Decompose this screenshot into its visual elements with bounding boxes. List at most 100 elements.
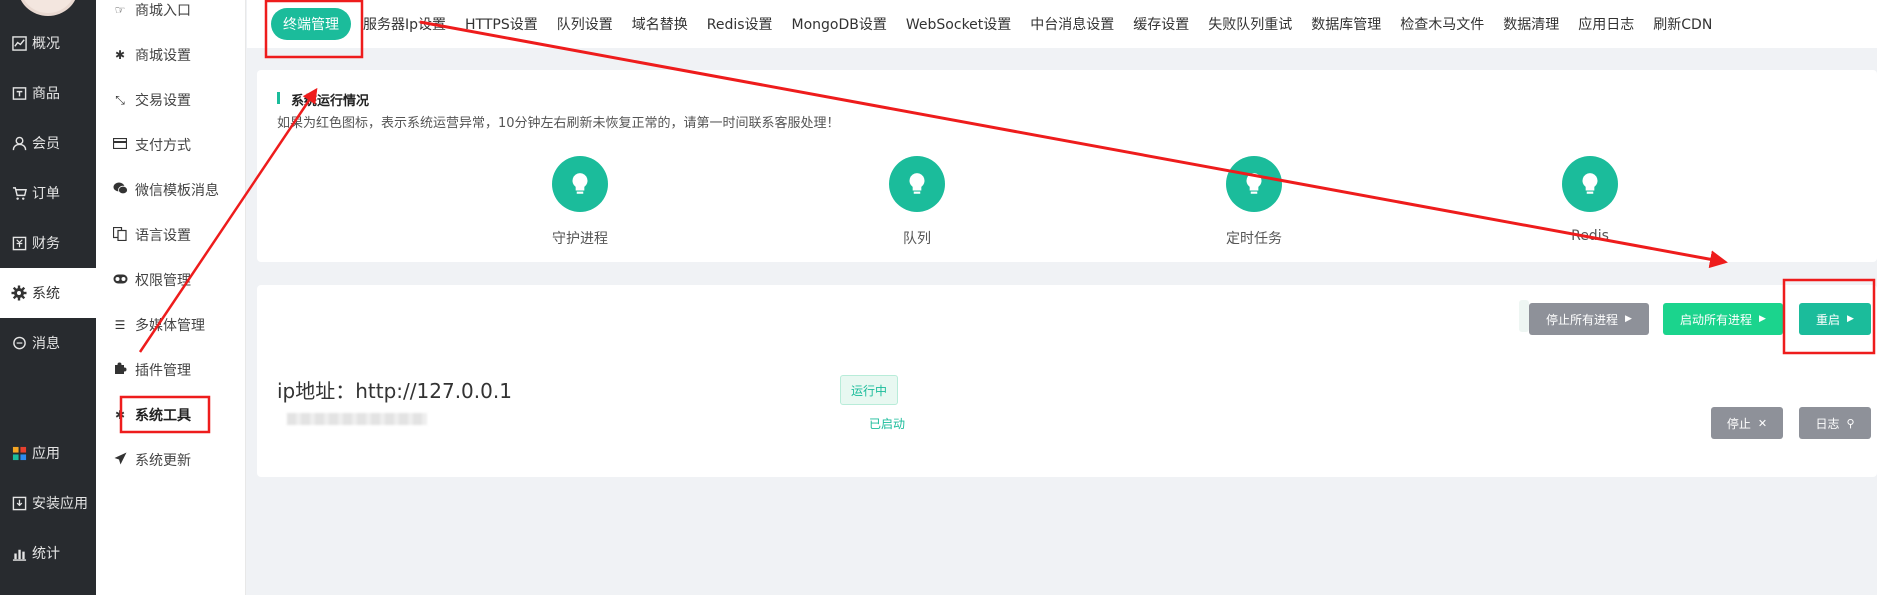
pointer-icon: ☞ [114, 3, 126, 17]
sidebar-item-label: 会员 [32, 136, 60, 152]
bulb-icon [1562, 156, 1618, 212]
button-label: 停止所有进程 [1546, 312, 1619, 327]
submenu-item-mall-settings[interactable]: ✱ 商城设置 [96, 33, 246, 77]
button-label: 重启 [1816, 312, 1841, 327]
tab-database[interactable]: 数据库管理 [1311, 14, 1381, 34]
submenu-item-system-tools[interactable]: ✱ 系统工具 [96, 393, 246, 437]
sidebar-item-finance[interactable]: 财务 [0, 218, 96, 268]
stop-all-button[interactable]: 停止所有进程 ▶ [1529, 303, 1649, 335]
sidebar-item-apps[interactable]: 应用 [0, 428, 96, 478]
sidebar-item-statistics[interactable]: 统计 [0, 528, 96, 578]
tab-middle-message[interactable]: 中台消息设置 [1030, 14, 1114, 34]
install-icon [10, 494, 28, 512]
tab-cache[interactable]: 缓存设置 [1133, 14, 1189, 34]
tab-queue[interactable]: 队列设置 [557, 14, 613, 34]
submenu-item-language[interactable]: 语言设置 [96, 213, 246, 257]
tab-websocket[interactable]: WebSocket设置 [906, 14, 1011, 34]
wechat-icon [113, 182, 128, 198]
user-icon [10, 134, 28, 152]
gear-icon [10, 284, 28, 302]
tab-mongodb[interactable]: MongoDB设置 [792, 14, 887, 34]
main-content: 终端管理 服务器Ip设置 HTTPS设置 队列设置 域名替换 Redis设置 M… [247, 0, 1877, 595]
submenu-item-system-update[interactable]: 系统更新 [96, 438, 246, 482]
status-cron: 定时任务 [1194, 156, 1314, 248]
list-icon: ☰ [114, 318, 126, 332]
section-title: 系统运行情况 [277, 90, 369, 109]
main-sidebar: 概况 商品 会员 订单 财务 系统 消息 应用 安装应用 统计 [0, 0, 96, 595]
finance-icon [10, 234, 28, 252]
submenu-item-label: 支付方式 [135, 138, 191, 154]
gear-icon: ✱ [114, 48, 126, 62]
submenu-item-payment[interactable]: 支付方式 [96, 123, 246, 167]
sidebar-item-label: 概况 [32, 36, 60, 52]
play-icon: ▶ [1847, 314, 1854, 324]
message-icon [10, 334, 28, 352]
submenu-item-label: 交易设置 [135, 93, 191, 109]
sidebar-item-label: 商品 [32, 86, 60, 102]
play-icon: ▶ [1625, 314, 1632, 324]
sidebar-item-install-apps[interactable]: 安装应用 [0, 478, 96, 528]
status-label: 守护进程 [552, 231, 608, 247]
sidebar-item-label: 消息 [32, 336, 60, 352]
play-icon: ▶ [1759, 314, 1766, 324]
sidebar-item-label: 财务 [32, 236, 60, 252]
restart-button[interactable]: 重启 ▶ [1799, 303, 1871, 335]
tab-data-cleanup[interactable]: 数据清理 [1503, 14, 1559, 34]
status-queue: 队列 [857, 156, 977, 248]
log-button[interactable]: 日志 ⚲ [1799, 407, 1871, 439]
close-icon: ✕ [1757, 416, 1768, 430]
sidebar-item-label: 系统 [32, 286, 60, 302]
tab-redis[interactable]: Redis设置 [707, 14, 773, 34]
sidebar-item-label: 安装应用 [32, 496, 88, 512]
avatar[interactable] [18, 0, 78, 16]
status-label: 队列 [903, 231, 931, 247]
submenu-item-mall-entry[interactable]: ☞ 商城入口 [96, 0, 246, 32]
tab-trojan-check[interactable]: 检查木马文件 [1400, 14, 1484, 34]
search-icon: ⚲ [1846, 416, 1855, 430]
submenu-item-media[interactable]: ☰ 多媒体管理 [96, 303, 246, 347]
card-icon [112, 137, 128, 152]
stop-button[interactable]: 停止 ✕ [1711, 407, 1783, 439]
running-badge: 运行中 [840, 375, 899, 405]
shop-icon [10, 84, 28, 102]
submenu-item-label: 插件管理 [135, 363, 191, 379]
submenu-item-permissions[interactable]: 权限管理 [96, 258, 246, 302]
start-all-button[interactable]: 启动所有进程 ▶ [1663, 303, 1783, 335]
submenu-item-label: 微信模板消息 [135, 183, 219, 199]
tab-refresh-cdn[interactable]: 刷新CDN [1653, 14, 1712, 34]
submenu-item-plugins[interactable]: 插件管理 [96, 348, 246, 392]
tab-terminal-management[interactable]: 终端管理 [271, 8, 351, 40]
tools-icon: ✱ [114, 408, 126, 422]
status-note: 如果为红色图标，表示系统运营异常，10分钟左右刷新未恢复正常的，请第一时间联系客… [277, 116, 840, 131]
tab-domain-replace[interactable]: 域名替换 [632, 14, 688, 34]
sidebar-item-goods[interactable]: 商品 [0, 68, 96, 118]
tab-server-ip[interactable]: 服务器Ip设置 [363, 14, 446, 34]
sidebar-item-messages[interactable]: 消息 [0, 318, 96, 368]
permission-icon [113, 273, 128, 287]
submenu-item-trade-settings[interactable]: ⤡ 交易设置 [96, 78, 246, 122]
sidebar-item-orders[interactable]: 订单 [0, 168, 96, 218]
submenu-item-label: 商城设置 [135, 48, 191, 64]
button-label: 停止 [1726, 416, 1751, 431]
bulb-icon [889, 156, 945, 212]
submenu-item-label: 语言设置 [135, 228, 191, 244]
sidebar-item-members[interactable]: 会员 [0, 118, 96, 168]
redacted-text [287, 413, 427, 425]
ip-address: ip地址：http://127.0.0.1 [277, 379, 512, 403]
send-icon [113, 452, 127, 468]
status-label: Redis [1571, 228, 1609, 244]
sidebar-item-label: 应用 [32, 446, 60, 462]
sidebar-item-overview[interactable]: 概况 [0, 18, 96, 68]
submenu-item-wechat-template[interactable]: 微信模板消息 [96, 168, 246, 212]
tab-app-log[interactable]: 应用日志 [1578, 14, 1634, 34]
stats-icon [10, 544, 28, 562]
status-label: 定时任务 [1226, 231, 1282, 247]
exchange-icon: ⤡ [115, 92, 125, 107]
sidebar-item-system[interactable]: 系统 [0, 268, 96, 318]
status-redis: Redis [1530, 156, 1650, 244]
tab-failed-queue-retry[interactable]: 失败队列重试 [1208, 14, 1292, 34]
tab-https[interactable]: HTTPS设置 [465, 14, 538, 34]
started-status: 已启动 [869, 417, 906, 431]
button-label: 日志 [1815, 416, 1840, 431]
status-daemon: 守护进程 [520, 156, 640, 248]
